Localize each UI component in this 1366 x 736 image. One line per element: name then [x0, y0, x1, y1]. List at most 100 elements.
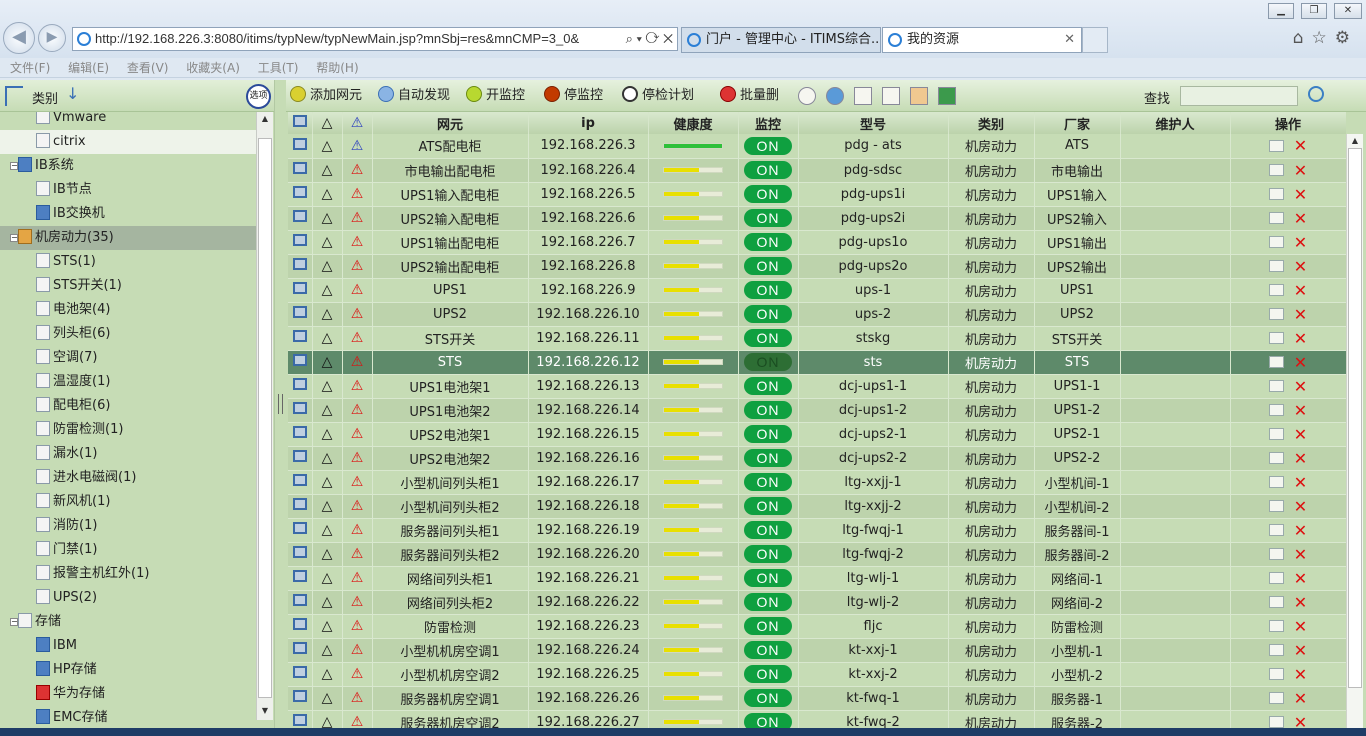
tree-item[interactable]: 配电柜(6)	[0, 394, 256, 418]
tree-item[interactable]: 温湿度(1)	[0, 370, 256, 394]
row-select-cell[interactable]	[288, 638, 313, 663]
cell-name[interactable]: 服务器间列头柜1	[372, 518, 529, 543]
edit-icon[interactable]	[1268, 452, 1284, 464]
cell-monitor[interactable]: ON	[738, 446, 799, 471]
monitor-toggle[interactable]: ON	[744, 377, 792, 395]
delete-icon[interactable]: ✕	[1294, 161, 1307, 180]
tree-scroll-thumb[interactable]	[258, 138, 272, 698]
new-tab-button[interactable]	[1082, 27, 1108, 53]
edit-icon[interactable]	[1268, 380, 1284, 392]
edit-icon[interactable]	[1268, 164, 1284, 176]
row-checkbox[interactable]	[292, 258, 307, 270]
delete-icon[interactable]: ✕	[1294, 497, 1307, 516]
monitor-toggle[interactable]: ON	[744, 353, 792, 371]
batch-delete-button[interactable]: 批量删	[720, 86, 779, 106]
monitor-toggle[interactable]: ON	[744, 136, 792, 155]
browser-tool-icons[interactable]: ⌂☆⚙	[1293, 28, 1358, 48]
cell-name[interactable]: 小型机机房空调2	[372, 662, 529, 687]
edit-icon[interactable]	[1268, 284, 1284, 296]
edit-icon[interactable]	[1268, 308, 1284, 320]
cell-name[interactable]: STS开关	[372, 326, 529, 351]
cell-monitor[interactable]: ON	[738, 494, 799, 519]
table-row[interactable]: △ ⚠ UPS2电池架2 192.168.226.16 ON dcj-ups2-2 机房动力…	[288, 446, 1346, 471]
monitor-toggle[interactable]: ON	[744, 545, 792, 563]
col-maintainer[interactable]: 维护人	[1120, 112, 1231, 134]
menu-file[interactable]: 文件(F)	[10, 58, 50, 78]
tree-item[interactable]: 空调(7)	[0, 346, 256, 370]
row-checkbox[interactable]	[292, 186, 307, 198]
row-checkbox[interactable]	[292, 618, 307, 630]
print-icon[interactable]	[910, 87, 928, 105]
tree-item[interactable]: Vmware	[0, 112, 256, 130]
cell-name[interactable]: STS	[372, 350, 529, 375]
row-select-cell[interactable]	[288, 614, 313, 639]
table-row[interactable]: △ ⚠ UPS1电池架1 192.168.226.13 ON dcj-ups1-1 机房动力…	[288, 374, 1346, 399]
cell-name[interactable]: UPS1电池架2	[372, 398, 529, 423]
monitor-toggle[interactable]: ON	[744, 425, 792, 443]
row-select-cell[interactable]	[288, 590, 313, 615]
tree-item[interactable]: 防雷检测(1)	[0, 418, 256, 442]
tree-item[interactable]: IBM	[0, 634, 256, 658]
cell-name[interactable]: UPS2电池架1	[372, 422, 529, 447]
cell-monitor[interactable]: ON	[738, 542, 799, 567]
menu-edit[interactable]: 编辑(E)	[68, 58, 109, 78]
row-checkbox[interactable]	[292, 570, 307, 582]
table-row[interactable]: △ ⚠ UPS2输出配电柜 192.168.226.8 ON pdg-ups2o 机房动力 U…	[288, 254, 1346, 279]
monitor-toggle[interactable]: ON	[744, 569, 792, 587]
row-checkbox[interactable]	[292, 426, 307, 438]
cell-monitor[interactable]: ON	[738, 350, 799, 375]
table-row[interactable]: △ ⚠ 服务器间列头柜1 192.168.226.19 ON ltg-fwqj-1 机房动力…	[288, 518, 1346, 543]
tree-item[interactable]: IB节点	[0, 178, 256, 202]
cell-name[interactable]: 服务器机房空调2	[372, 710, 529, 728]
excel-icon[interactable]	[938, 87, 956, 105]
table-row[interactable]: △ ⚠ 服务器机房空调2 192.168.226.27 ON kt-fwq-2 机房动力 服务…	[288, 710, 1346, 728]
edit-icon[interactable]	[1268, 716, 1284, 728]
row-select-cell[interactable]	[288, 230, 313, 255]
col-model[interactable]: 型号	[798, 112, 949, 134]
delete-icon[interactable]: ✕	[1294, 377, 1307, 396]
row-checkbox[interactable]	[292, 137, 307, 150]
table-row[interactable]: △ ⚠ 网络间列头柜1 192.168.226.21 ON ltg-wlj-1 机房动力 网络…	[288, 566, 1346, 591]
tree-item[interactable]: EMC存储	[0, 706, 256, 728]
tree-item[interactable]: 列头柜(6)	[0, 322, 256, 346]
row-select-cell[interactable]	[288, 350, 313, 375]
row-select-cell[interactable]	[288, 374, 313, 399]
splitter-grip[interactable]	[278, 394, 283, 414]
table-row[interactable]: △ ⚠ 服务器间列头柜2 192.168.226.20 ON ltg-fwqj-2 机房动力…	[288, 542, 1346, 567]
cell-monitor[interactable]: ON	[738, 254, 799, 279]
table-row[interactable]: △ ⚠ UPS1 192.168.226.9 ON ups-1 机房动力 UPS1 ✕	[288, 278, 1346, 303]
monitor-toggle[interactable]: ON	[744, 257, 792, 275]
delete-icon[interactable]: ✕	[1294, 353, 1307, 372]
cell-name[interactable]: UPS2输入配电柜	[372, 206, 529, 231]
monitor-toggle[interactable]: ON	[744, 449, 792, 467]
row-select-cell[interactable]	[288, 494, 313, 519]
monitor-toggle[interactable]: ON	[744, 521, 792, 539]
edit-icon[interactable]	[1268, 404, 1284, 416]
cell-name[interactable]: 小型机机房空调1	[372, 638, 529, 663]
table-row[interactable]: △ ⚠ STS 192.168.226.12 ON sts 机房动力 STS ✕	[288, 350, 1346, 375]
row-select-cell[interactable]	[288, 470, 313, 495]
edit-icon[interactable]	[1268, 668, 1284, 680]
delete-icon[interactable]: ✕	[1294, 473, 1307, 492]
cell-name[interactable]: UPS1输入配电柜	[372, 182, 529, 207]
row-checkbox[interactable]	[292, 546, 307, 558]
cell-monitor[interactable]: ON	[738, 158, 799, 183]
cell-name[interactable]: 网络间列头柜1	[372, 566, 529, 591]
cell-name[interactable]: UPS2输出配电柜	[372, 254, 529, 279]
table-row[interactable]: △ ⚠ UPS2电池架1 192.168.226.15 ON dcj-ups2-1 机房动力…	[288, 422, 1346, 447]
row-checkbox[interactable]	[292, 498, 307, 510]
row-checkbox[interactable]	[292, 714, 307, 726]
row-select-cell[interactable]	[288, 446, 313, 471]
col-monitor[interactable]: 监控	[738, 112, 799, 134]
edit-icon[interactable]	[1268, 572, 1284, 584]
close-window-button[interactable]: ✕	[1334, 3, 1362, 19]
delete-icon[interactable]: ✕	[1294, 641, 1307, 660]
edit-icon[interactable]	[1268, 332, 1284, 344]
delete-icon[interactable]: ✕	[1294, 521, 1307, 540]
row-select-cell[interactable]	[288, 302, 313, 327]
cell-monitor[interactable]: ON	[738, 614, 799, 639]
cell-monitor[interactable]: ON	[738, 230, 799, 255]
row-select-cell[interactable]	[288, 182, 313, 207]
delete-icon[interactable]: ✕	[1294, 281, 1307, 300]
row-checkbox[interactable]	[292, 402, 307, 414]
